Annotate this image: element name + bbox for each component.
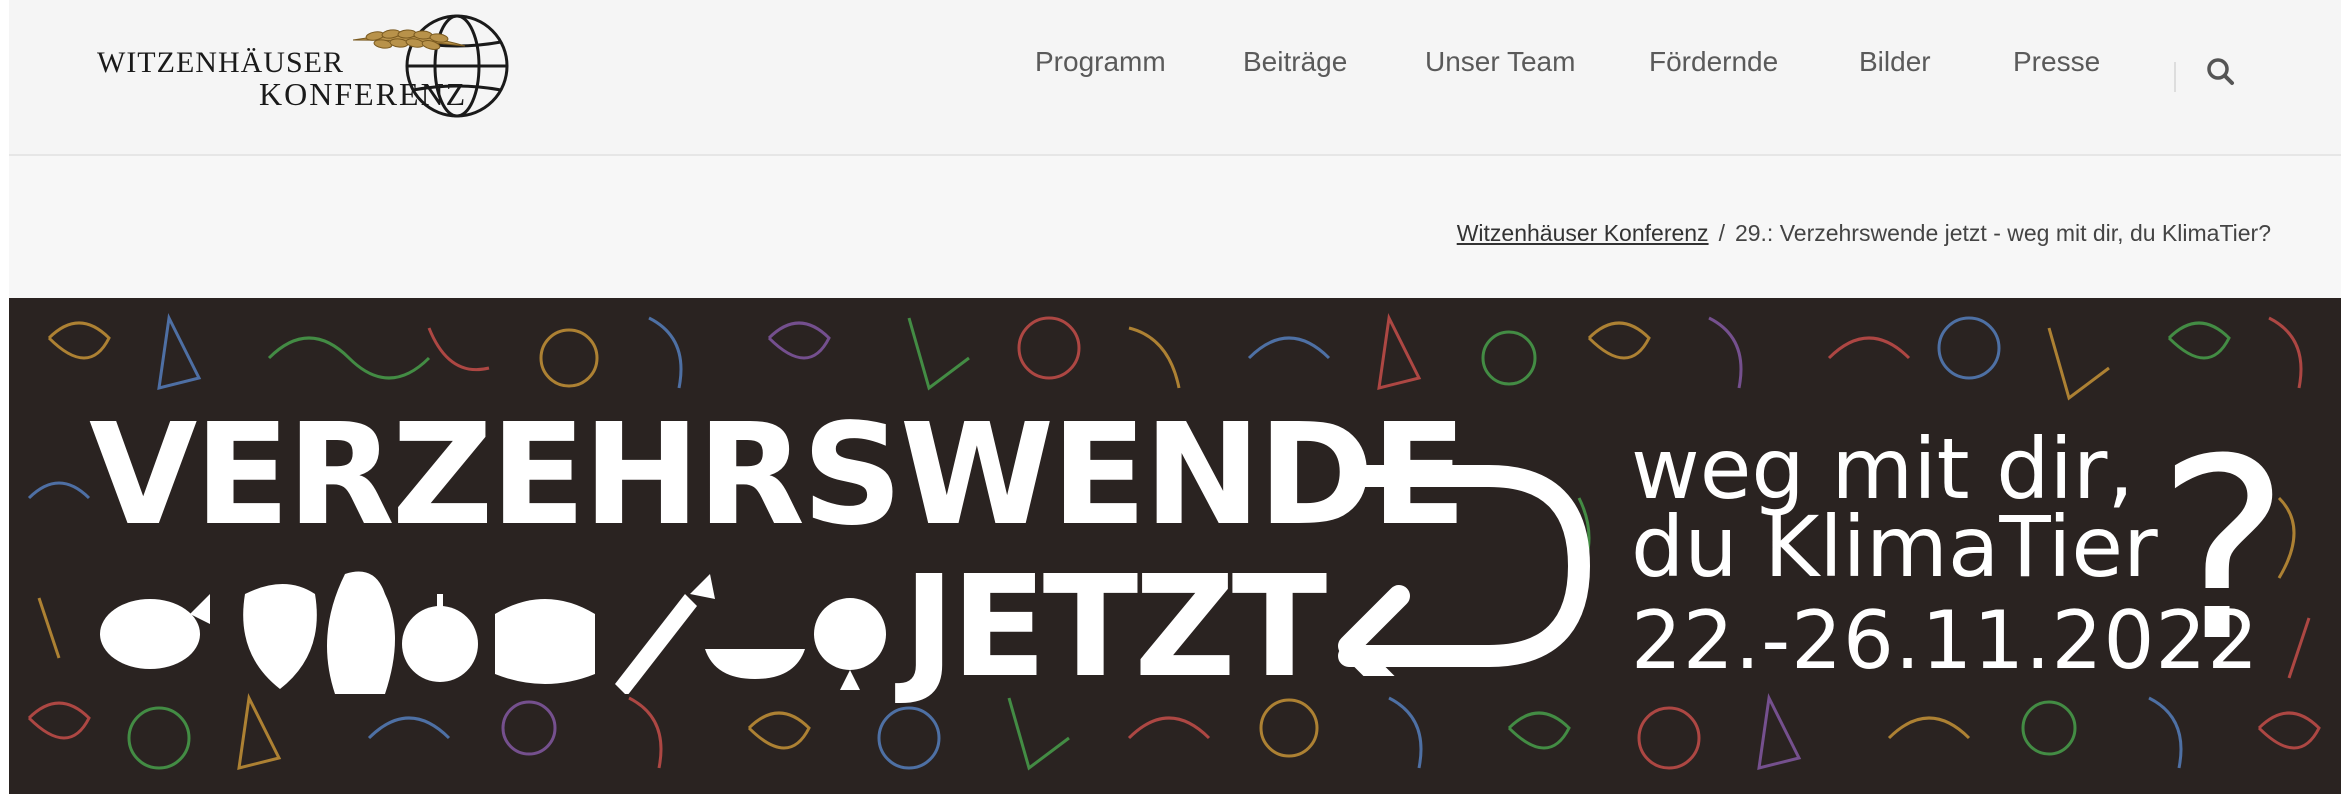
food-icons-row	[100, 571, 886, 694]
nav-item-foerdernde[interactable]: Fördernde	[1649, 46, 1778, 78]
search-icon	[2207, 58, 2234, 85]
banner-tagline: weg mit dir, du KlimaTier	[1631, 427, 2158, 596]
cow-icon	[495, 599, 595, 684]
hero-banner: VERZEHRSWENDE JETZT weg mit dir, du Klim…	[9, 298, 2341, 794]
logo-text-line1: WITZENHÄUSER	[97, 46, 344, 79]
banner-question-mark: ?	[2157, 405, 2290, 696]
nav-item-programm[interactable]: Programm	[1035, 46, 1166, 78]
site-logo[interactable]: WITZENHÄUSER KONFERENZ	[87, 10, 527, 125]
carrot-icon	[615, 574, 715, 694]
nav-item-beitraege[interactable]: Beiträge	[1243, 46, 1347, 78]
breadcrumb-current: 29.: Verzehrswende jetzt - weg mit dir, …	[1734, 220, 2271, 246]
nav-divider	[2174, 62, 2176, 92]
page: WITZENHÄUSER KONFERENZ Programm Beiträge…	[0, 0, 2351, 794]
globe-wheat-icon	[353, 14, 509, 118]
site-header: WITZENHÄUSER KONFERENZ Programm Beiträge…	[9, 0, 2341, 156]
radish-icon	[814, 598, 886, 690]
banner-tagline-line2: du KlimaTier	[1631, 498, 2158, 596]
nav-item-bilder[interactable]: Bilder	[1859, 46, 1931, 78]
return-arrow-icon	[1338, 465, 1590, 676]
grain-bowl-icon	[705, 649, 805, 679]
breadcrumb-separator: /	[1718, 220, 1725, 246]
nav-item-presse[interactable]: Presse	[2013, 46, 2100, 78]
pepper-icon	[243, 584, 317, 689]
chicken-icon	[327, 571, 395, 694]
nav-item-unser-team[interactable]: Unser Team	[1425, 46, 1575, 78]
breadcrumb-bar: Witzenhäuser Konferenz / 29.: Verzehrswend…	[9, 156, 2341, 298]
breadcrumb: Witzenhäuser Konferenz / 29.: Verzehrswend…	[1457, 220, 2271, 247]
banner-headline-jetzt: JETZT	[903, 546, 1327, 709]
apple-icon	[402, 594, 478, 682]
search-button[interactable]	[2201, 52, 2241, 92]
pig-icon	[100, 594, 210, 669]
banner-headline-verzehrswende: VERZEHRSWENDE	[89, 394, 1467, 557]
breadcrumb-home-link[interactable]: Witzenhäuser Konferenz	[1457, 220, 1709, 246]
